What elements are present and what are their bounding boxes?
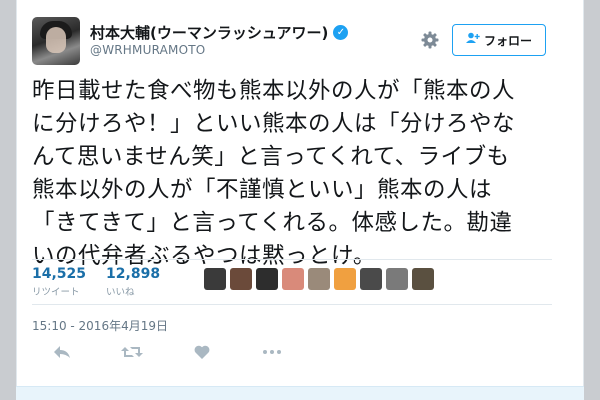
avatar-face	[46, 27, 66, 53]
tweet-line: 熊本以外の人が「不謹慎といい」熊本の人は	[32, 177, 493, 203]
follow-button[interactable]: フォロー	[452, 24, 546, 56]
user-handle[interactable]: @WRHMURAMOTO	[90, 43, 205, 57]
tweet-timestamp[interactable]: 15:10 - 2016年4月19日	[32, 317, 168, 334]
reply-icon[interactable]	[50, 342, 74, 362]
divider	[32, 259, 552, 260]
like-stat[interactable]: 12,898 いいね	[106, 266, 160, 298]
liker-avatars	[204, 268, 434, 290]
liker-avatar[interactable]	[308, 268, 330, 290]
like-label: いいね	[106, 287, 135, 298]
liker-avatar[interactable]	[360, 268, 382, 290]
reply-box[interactable]	[16, 386, 584, 400]
retweet-stat[interactable]: 14,525 リツイート	[32, 266, 86, 298]
tweet-line: んて思いません笑」と言ってくれて、ライブも	[32, 144, 510, 170]
liker-avatar[interactable]	[204, 268, 226, 290]
display-name[interactable]: 村本大輔(ウーマンラッシュアワー)	[90, 22, 328, 43]
retweet-icon[interactable]	[120, 342, 144, 362]
divider	[32, 304, 552, 305]
gear-icon[interactable]	[420, 30, 440, 50]
more-icon[interactable]	[260, 342, 284, 362]
liker-avatar[interactable]	[334, 268, 356, 290]
liker-avatar[interactable]	[386, 268, 408, 290]
retweet-count: 14,525	[32, 266, 87, 282]
tweet-line: に分けろや！」といい熊本の人は「分けろやな	[32, 111, 516, 137]
retweet-label: リツイート	[32, 287, 80, 298]
person-add-icon	[465, 32, 480, 48]
liker-avatar[interactable]	[282, 268, 304, 290]
liker-avatar[interactable]	[230, 268, 252, 290]
liker-avatar[interactable]	[256, 268, 278, 290]
tweet-stats: 14,525 リツイート 12,898 いいね	[32, 266, 160, 298]
tweet-line: 昨日載せた食べ物も熊本以外の人が「熊本の人	[32, 78, 516, 104]
liker-avatar[interactable]	[412, 268, 434, 290]
verified-badge-icon: ✓	[333, 25, 349, 40]
tweet-text: 昨日載せた食べ物も熊本以外の人が「熊本の人 に分けろや！」といい熊本の人は「分け…	[32, 75, 562, 273]
like-icon[interactable]	[190, 342, 214, 362]
tweet-line: 「きてきて」と言ってくれる。体感した。勘違	[32, 210, 513, 236]
follow-button-label: フォロー	[483, 33, 532, 48]
like-count: 12,898	[106, 266, 161, 282]
name-row: 村本大輔(ウーマンラッシュアワー) ✓	[90, 22, 349, 43]
tweet-actions	[50, 342, 284, 362]
avatar[interactable]	[32, 17, 80, 65]
